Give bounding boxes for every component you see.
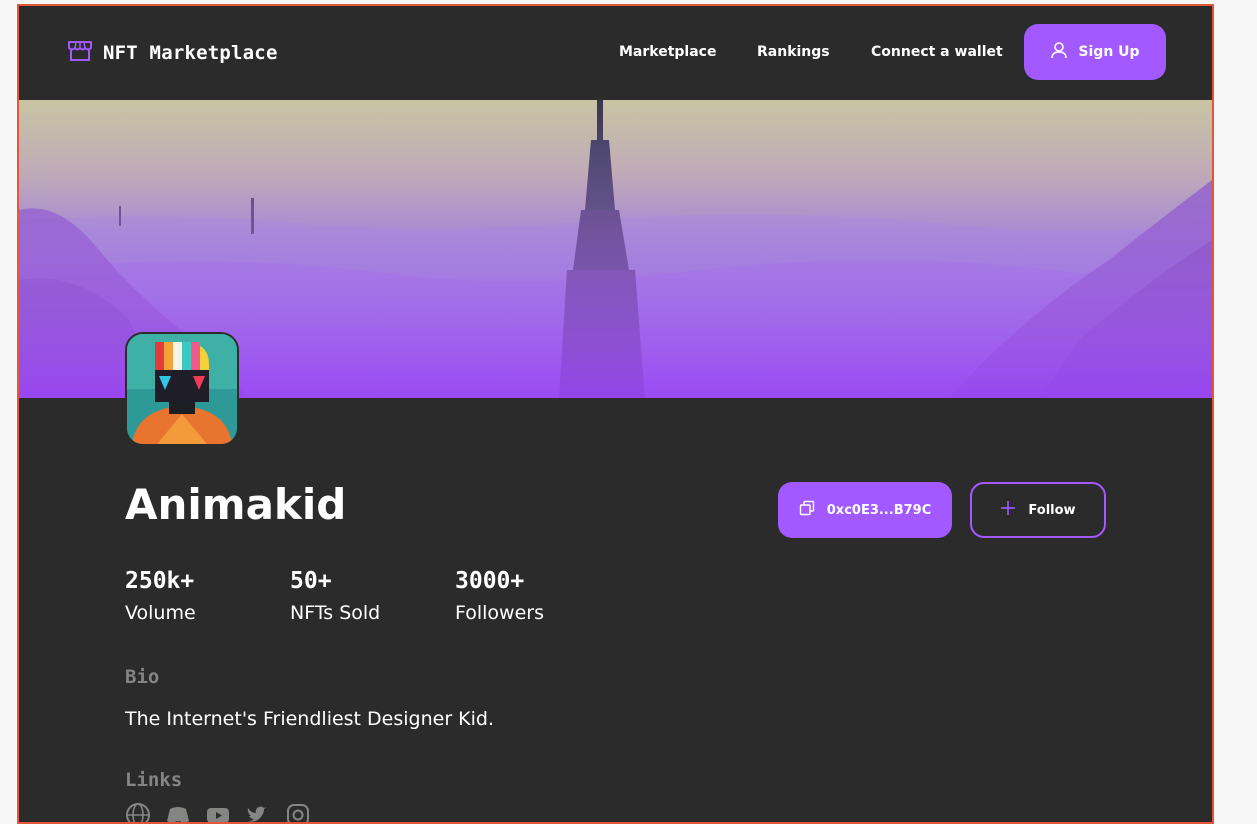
globe-icon[interactable] bbox=[125, 802, 151, 822]
links-heading: Links bbox=[125, 769, 183, 791]
youtube-icon[interactable] bbox=[205, 802, 231, 822]
stat-followers: 3000+ Followers bbox=[455, 568, 544, 624]
follow-button[interactable]: Follow bbox=[970, 482, 1106, 538]
nav-link-connect-wallet[interactable]: Connect a wallet bbox=[871, 44, 1003, 60]
plus-icon bbox=[1000, 500, 1016, 520]
social-links bbox=[125, 802, 311, 822]
sign-up-label: Sign Up bbox=[1078, 44, 1140, 60]
nav-link-rankings[interactable]: Rankings bbox=[757, 44, 830, 60]
stat-nfts-sold: 50+ NFTs Sold bbox=[290, 568, 380, 624]
profile-name: Animakid bbox=[125, 480, 347, 529]
sign-up-button[interactable]: Sign Up bbox=[1024, 24, 1166, 80]
instagram-icon[interactable] bbox=[285, 802, 311, 822]
stat-value: 3000+ bbox=[455, 568, 525, 594]
profile-avatar bbox=[125, 332, 239, 446]
nav-link-marketplace[interactable]: Marketplace bbox=[619, 44, 716, 60]
twitter-icon[interactable] bbox=[245, 802, 271, 822]
copy-wallet-address-button[interactable]: 0xc0E3...B79C bbox=[778, 482, 952, 538]
stat-volume: 250k+ Volume bbox=[125, 568, 196, 624]
stat-value: 250k+ bbox=[125, 568, 195, 594]
storefront-icon bbox=[67, 40, 93, 66]
page-frame: NFT Marketplace Marketplace Rankings Con… bbox=[17, 4, 1214, 824]
stat-label: Followers bbox=[455, 602, 544, 624]
bio-heading: Bio bbox=[125, 666, 160, 688]
top-navbar: NFT Marketplace Marketplace Rankings Con… bbox=[19, 6, 1212, 100]
wallet-address-label: 0xc0E3...B79C bbox=[826, 502, 932, 518]
scrollbar[interactable] bbox=[1227, 0, 1257, 808]
follow-label: Follow bbox=[1028, 502, 1076, 518]
discord-icon[interactable] bbox=[165, 802, 191, 822]
brand-name: NFT Marketplace bbox=[103, 42, 278, 64]
brand-logo[interactable]: NFT Marketplace bbox=[67, 40, 278, 66]
copy-icon bbox=[799, 500, 815, 520]
stat-value: 50+ bbox=[290, 568, 332, 594]
stat-label: Volume bbox=[125, 602, 196, 624]
user-icon bbox=[1050, 41, 1068, 63]
stat-label: NFTs Sold bbox=[290, 602, 381, 624]
bio-text: The Internet's Friendliest Designer Kid. bbox=[125, 708, 495, 730]
